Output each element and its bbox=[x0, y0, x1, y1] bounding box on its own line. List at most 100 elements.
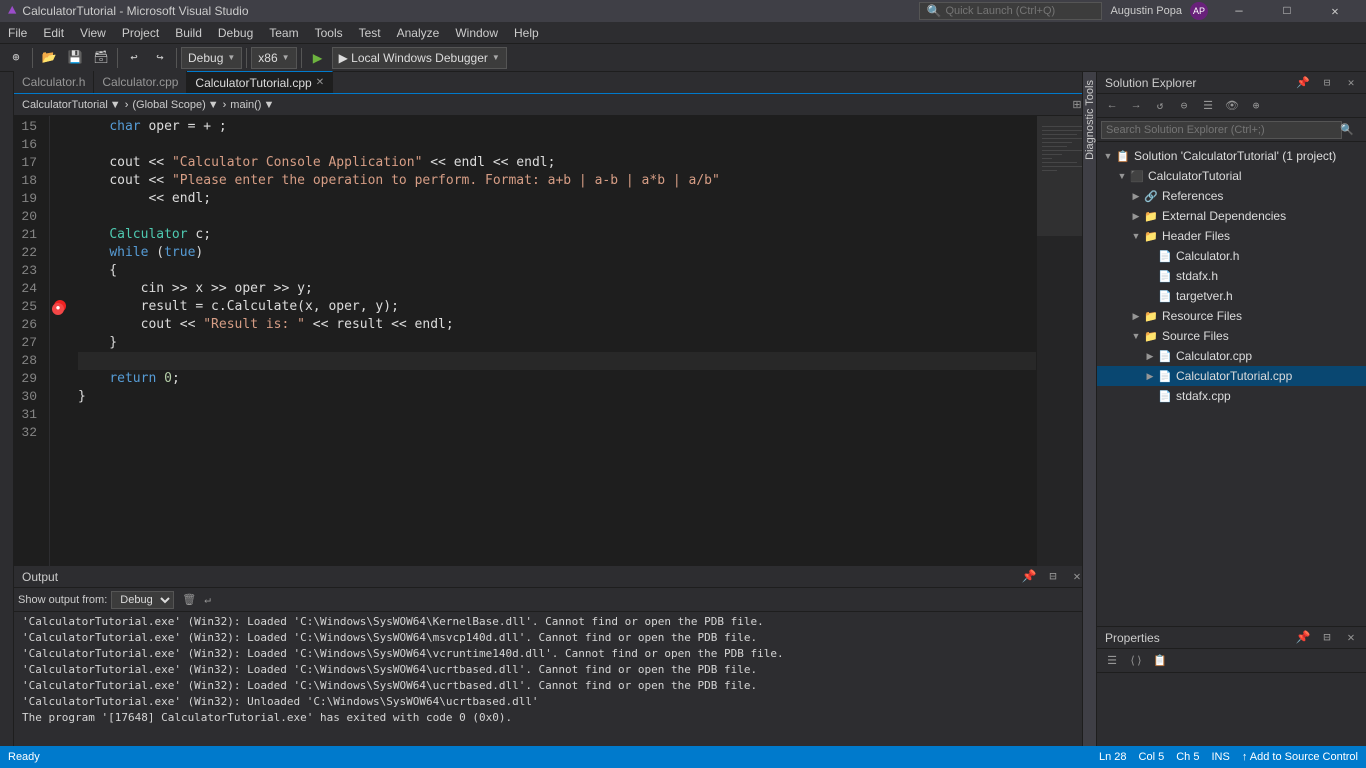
breadcrumb-scope-dropdown[interactable]: (Global Scope) ▼ bbox=[132, 99, 218, 111]
prop-pages-button[interactable]: 📋 bbox=[1149, 650, 1171, 672]
menu-item-view[interactable]: View bbox=[72, 24, 114, 42]
pin-button[interactable]: 📌 bbox=[1018, 566, 1040, 588]
breadcrumb-project-dropdown[interactable]: CalculatorTutorial ▼ bbox=[22, 99, 121, 111]
tree-label: stdafx.h bbox=[1176, 269, 1218, 283]
solution-icon: 📋 bbox=[1115, 148, 1131, 164]
tree-item-calculatortutorial-cpp[interactable]: ▶ 📄 CalculatorTutorial.cpp bbox=[1097, 366, 1366, 386]
platform-dropdown[interactable]: x86 ▼ bbox=[251, 47, 296, 69]
debug-mode-dropdown[interactable]: Debug ▼ bbox=[181, 47, 242, 69]
status-ch[interactable]: Ch 5 bbox=[1176, 751, 1199, 763]
menu-item-team[interactable]: Team bbox=[261, 24, 306, 42]
se-filter-button[interactable]: ⊕ bbox=[1245, 95, 1267, 117]
close-button[interactable]: ✕ bbox=[1312, 0, 1358, 22]
tree-item-header-files[interactable]: ▼ 📁 Header Files bbox=[1097, 226, 1366, 246]
save-all-button[interactable]: 🗃 bbox=[89, 46, 113, 70]
save-button[interactable]: 💾 bbox=[63, 46, 87, 70]
tree-item-targetver-h[interactable]: 📄 targetver.h bbox=[1097, 286, 1366, 306]
se-show-all-button[interactable]: 👁 bbox=[1221, 95, 1243, 117]
code-line-16 bbox=[78, 136, 1036, 154]
run-dropdown[interactable]: ▶ Local Windows Debugger ▼ bbox=[332, 47, 507, 69]
tree-item-solution[interactable]: ▼ 📋 Solution 'CalculatorTutorial' (1 pro… bbox=[1097, 146, 1366, 166]
tree-item-resource-files[interactable]: ▶ 📁 Resource Files bbox=[1097, 306, 1366, 326]
close-prop-button[interactable]: ✕ bbox=[1340, 627, 1362, 649]
tab-calculator-h[interactable]: Calculator.h bbox=[14, 71, 94, 93]
tree-item-references[interactable]: ▶ 🔗 References bbox=[1097, 186, 1366, 206]
tree-arrow: ▶ bbox=[1129, 211, 1143, 222]
tree-item-stdafx-cpp[interactable]: 📄 stdafx.cpp bbox=[1097, 386, 1366, 406]
float-se-button[interactable]: ⊟ bbox=[1316, 72, 1338, 94]
output-source-dropdown[interactable]: Debug bbox=[111, 591, 174, 609]
error-indicator: ● bbox=[52, 300, 66, 314]
prop-alpha-button[interactable]: ⟨⟩ bbox=[1125, 650, 1147, 672]
float-prop-button[interactable]: ⊟ bbox=[1316, 627, 1338, 649]
status-left: Ready bbox=[8, 751, 40, 763]
chevron-down-icon-bc3: ▼ bbox=[263, 99, 274, 111]
se-properties-button[interactable]: ☰ bbox=[1197, 95, 1219, 117]
tree-arrow: ▼ bbox=[1129, 231, 1143, 241]
code-editor[interactable]: 15 16 17 18 19 20 21 22 23 24 25 26 27 2… bbox=[14, 116, 1096, 566]
tree-item-source-files[interactable]: ▼ 📁 Source Files bbox=[1097, 326, 1366, 346]
editor-main-area: Calculator.h Calculator.cpp CalculatorTu… bbox=[14, 72, 1096, 566]
breadcrumb-symbol-dropdown[interactable]: main() ▼ bbox=[230, 99, 274, 111]
menu-item-test[interactable]: Test bbox=[351, 24, 389, 42]
pin-prop-button[interactable]: 📌 bbox=[1292, 627, 1314, 649]
se-refresh-button[interactable]: ↺ bbox=[1149, 95, 1171, 117]
h-file-icon: 📄 bbox=[1157, 268, 1173, 284]
close-se-button[interactable]: ✕ bbox=[1340, 72, 1362, 94]
pin-se-button[interactable]: 📌 bbox=[1292, 72, 1314, 94]
menu-item-edit[interactable]: Edit bbox=[35, 24, 72, 42]
se-search-input[interactable] bbox=[1101, 121, 1342, 139]
run-button[interactable]: ▶ bbox=[306, 46, 330, 70]
menu-item-tools[interactable]: Tools bbox=[307, 24, 351, 42]
word-wrap-button[interactable]: ↵ bbox=[204, 593, 211, 607]
open-button[interactable]: 📂 bbox=[37, 46, 61, 70]
run-label: ▶ Local Windows Debugger bbox=[339, 51, 488, 65]
vs-logo: ▲ bbox=[8, 3, 16, 19]
properties-controls: 📌 ⊟ ✕ bbox=[1292, 627, 1362, 649]
se-collapse-button[interactable]: ⊖ bbox=[1173, 95, 1195, 117]
quick-launch-input[interactable] bbox=[945, 5, 1095, 17]
prop-categories-button[interactable]: ☰ bbox=[1101, 650, 1123, 672]
menu-item-help[interactable]: Help bbox=[506, 24, 547, 42]
clear-output-button[interactable]: 🗑 bbox=[182, 593, 196, 607]
tree-item-external-deps[interactable]: ▶ 📁 External Dependencies bbox=[1097, 206, 1366, 226]
tab-close-button[interactable]: ✕ bbox=[316, 77, 324, 88]
undo-button[interactable]: ↩ bbox=[122, 46, 146, 70]
tree-item-stdafx-h[interactable]: 📄 stdafx.h bbox=[1097, 266, 1366, 286]
new-button[interactable]: ⊕ bbox=[4, 46, 28, 70]
tree-item-calculator-cpp[interactable]: ▶ 📄 Calculator.cpp bbox=[1097, 346, 1366, 366]
tree-item-calculator-h[interactable]: 📄 Calculator.h bbox=[1097, 246, 1366, 266]
solution-explorer-tree: ▼ 📋 Solution 'CalculatorTutorial' (1 pro… bbox=[1097, 142, 1366, 626]
output-line: The program '[17648] CalculatorTutorial.… bbox=[22, 710, 1088, 726]
se-back-button[interactable]: ← bbox=[1101, 95, 1123, 117]
tab-calculator-cpp[interactable]: Calculator.cpp bbox=[94, 71, 187, 93]
status-ins[interactable]: INS bbox=[1211, 751, 1229, 763]
chevron-down-icon-2: ▼ bbox=[282, 53, 290, 62]
add-to-source-control-button[interactable]: ↑ Add to Source Control bbox=[1242, 751, 1358, 763]
menu-item-debug[interactable]: Debug bbox=[210, 24, 261, 42]
code-line-26: cout << "Result is: " << result << endl; bbox=[78, 316, 1036, 334]
status-col[interactable]: Col 5 bbox=[1139, 751, 1165, 763]
breadcrumb-dropdowns: CalculatorTutorial ▼ › (Global Scope) ▼ … bbox=[22, 99, 274, 111]
menu-item-file[interactable]: File bbox=[0, 24, 35, 42]
redo-button[interactable]: ↪ bbox=[148, 46, 172, 70]
se-forward-button[interactable]: → bbox=[1125, 95, 1147, 117]
tab-calculatortutorial-cpp[interactable]: CalculatorTutorial.cpp ✕ bbox=[187, 71, 333, 93]
code-line-22: while (true) bbox=[78, 244, 1036, 262]
code-content[interactable]: char oper = + ; cout << "Calculator Cons… bbox=[70, 116, 1036, 566]
minimize-button[interactable]: — bbox=[1216, 0, 1262, 22]
cpp-file-icon: 📄 bbox=[1157, 388, 1173, 404]
maximize-button[interactable]: □ bbox=[1264, 0, 1310, 22]
diagnostic-tools-label[interactable]: Diagnostic Tools bbox=[1084, 72, 1096, 168]
quick-launch-box[interactable]: 🔍 bbox=[919, 2, 1102, 20]
tree-arrow: ▶ bbox=[1143, 351, 1157, 362]
menu-item-window[interactable]: Window bbox=[447, 24, 506, 42]
float-button[interactable]: ⊟ bbox=[1042, 566, 1064, 588]
status-line[interactable]: Ln 28 bbox=[1099, 751, 1127, 763]
status-ready[interactable]: Ready bbox=[8, 751, 40, 763]
menu-item-project[interactable]: Project bbox=[114, 24, 167, 42]
tree-item-project[interactable]: ▼ ⬛ CalculatorTutorial bbox=[1097, 166, 1366, 186]
menu-item-build[interactable]: Build bbox=[167, 24, 210, 42]
menu-item-analyze[interactable]: Analyze bbox=[389, 24, 448, 42]
title-bar: ▲ CalculatorTutorial - Microsoft Visual … bbox=[0, 0, 1366, 22]
